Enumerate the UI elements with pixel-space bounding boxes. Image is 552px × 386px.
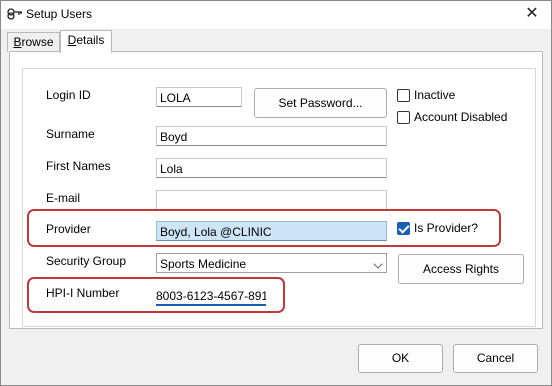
window-title: Setup Users xyxy=(26,7,93,21)
title-bar: Setup Users ✕ xyxy=(1,1,551,29)
is-provider-checkbox[interactable]: Is Provider? xyxy=(397,221,492,237)
setup-users-dialog: Setup Users ✕ Browse Details Login ID LO… xyxy=(0,0,552,386)
is-provider-checkbox-box[interactable] xyxy=(397,222,410,235)
account-disabled-checkbox[interactable]: Account Disabled xyxy=(397,110,507,126)
tab-details-label-end: etails xyxy=(76,33,105,47)
tab-browse[interactable]: Browse xyxy=(7,32,60,52)
tab-browse-label-end: rowse xyxy=(21,35,54,49)
ok-button[interactable]: OK xyxy=(358,344,443,373)
email-input[interactable] xyxy=(156,190,387,210)
hpi-number-input[interactable]: 8003-6123-4567-8912 xyxy=(156,286,266,306)
login-id-label: Login ID xyxy=(46,88,91,102)
surname-input[interactable]: Boyd xyxy=(156,126,387,146)
set-password-button[interactable]: Set Password... xyxy=(254,88,387,118)
email-label: E-mail xyxy=(46,191,81,205)
close-icon: ✕ xyxy=(525,5,539,22)
first-names-input[interactable]: Lola xyxy=(156,158,387,178)
tab-browse-mnemonic: B xyxy=(13,35,22,49)
security-group-value: Sports Medicine xyxy=(160,257,247,271)
close-button[interactable]: ✕ xyxy=(521,4,543,24)
inactive-checkbox-box[interactable] xyxy=(397,89,410,102)
tab-details[interactable]: Details xyxy=(60,30,112,53)
inactive-checkbox[interactable]: Inactive xyxy=(397,88,477,104)
account-disabled-label: Account Disabled xyxy=(414,110,508,124)
login-id-input[interactable]: LOLA xyxy=(156,87,242,107)
keys-icon xyxy=(7,8,22,20)
first-names-label: First Names xyxy=(46,159,111,173)
provider-label: Provider xyxy=(46,222,91,236)
access-rights-button[interactable]: Access Rights xyxy=(398,254,524,284)
security-group-select[interactable]: Sports Medicine xyxy=(156,253,387,273)
hpi-number-label: HPI-I Number xyxy=(46,286,120,300)
is-provider-label: Is Provider? xyxy=(414,221,479,235)
cancel-button[interactable]: Cancel xyxy=(453,344,538,373)
provider-input[interactable]: Boyd, Lola @CLINIC xyxy=(156,221,387,241)
provider-value: Boyd, Lola @CLINIC xyxy=(160,225,272,239)
account-disabled-checkbox-box[interactable] xyxy=(397,111,410,124)
chevron-down-icon[interactable] xyxy=(373,259,383,269)
surname-label: Surname xyxy=(46,127,95,141)
security-group-label: Security Group xyxy=(46,254,127,268)
inactive-label: Inactive xyxy=(414,88,456,102)
